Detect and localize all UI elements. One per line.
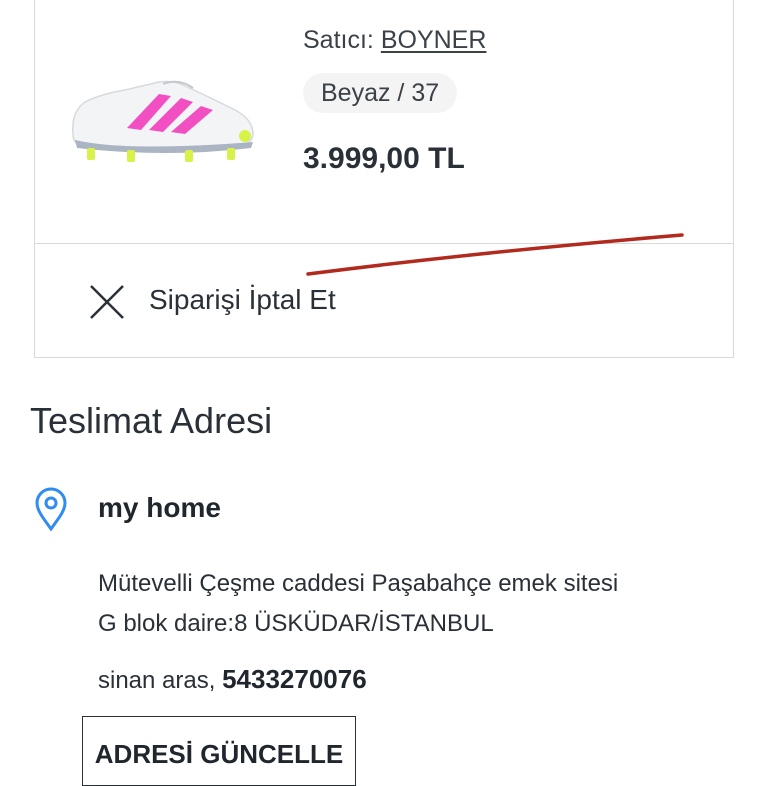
address-name: my home <box>98 492 221 523</box>
product-price: 3.999,00 TL <box>303 142 465 175</box>
address-line-1: Mütevelli Çeşme caddesi Paşabahçe emek s… <box>98 570 619 597</box>
location-pin-icon <box>35 487 67 531</box>
variant-badge: Beyaz / 37 <box>303 73 458 113</box>
address-line-2: G blok daire:8 ÜSKÜDAR/İSTANBUL <box>98 610 494 637</box>
seller-info: Satıcı: BOYNER <box>303 26 486 55</box>
cancel-order-button[interactable]: Siparişi İptal Et <box>34 243 734 358</box>
close-icon <box>90 285 124 319</box>
update-address-button[interactable]: ADRESİ GÜNCELLE <box>82 716 356 786</box>
product-image[interactable] <box>67 72 257 164</box>
recipient-name: sinan aras, <box>98 667 216 694</box>
address-text: Mütevelli Çeşme caddesi Paşabahçe emek s… <box>98 564 618 644</box>
cancel-order-label: Siparişi İptal Et <box>149 284 336 315</box>
seller-link[interactable]: BOYNER <box>381 26 487 54</box>
contact-info: sinan aras, 5433270076 <box>98 664 367 695</box>
seller-label: Satıcı: <box>303 26 374 54</box>
phone-number: 5433270076 <box>222 664 367 694</box>
product-card: Satıcı: BOYNER Beyaz / 37 3.999,00 TL <box>34 0 734 244</box>
section-title: Teslimat Adresi <box>30 400 273 441</box>
